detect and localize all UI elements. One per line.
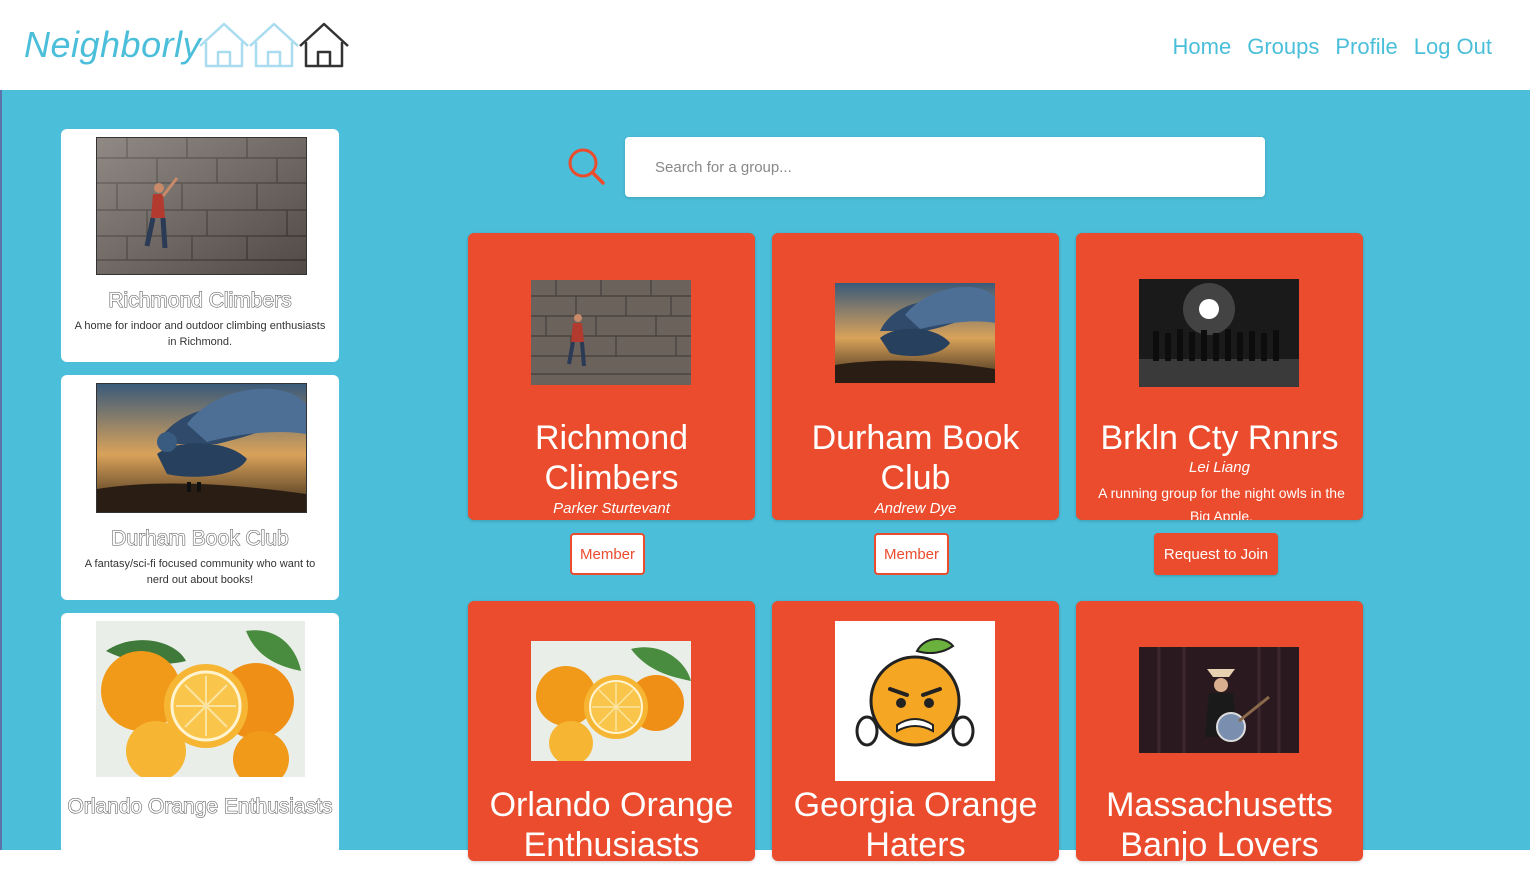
group-owner: Andrew Dye xyxy=(874,500,957,517)
group-card[interactable]: Brkln Cty Rnnrs Lei Liang A running grou… xyxy=(1076,233,1363,520)
sidebar-group-card[interactable]: Richmond Climbers A home for indoor and … xyxy=(61,129,339,362)
sidebar-group-card[interactable]: Durham Book Club A fantasy/sci-fi focuse… xyxy=(61,375,339,600)
request-to-join-button[interactable]: Request to Join xyxy=(1154,533,1278,575)
dragon-image xyxy=(96,383,307,513)
nav-groups-link[interactable]: Groups xyxy=(1247,34,1319,60)
nav-profile-link[interactable]: Profile xyxy=(1335,34,1397,60)
member-button[interactable]: Member xyxy=(570,533,645,575)
group-image-banjo xyxy=(1139,647,1299,753)
nav-logout-link[interactable]: Log Out xyxy=(1414,34,1492,60)
group-image-oranges xyxy=(531,641,691,761)
oranges-image xyxy=(96,621,305,777)
group-card[interactable]: Georgia Orange Haters xyxy=(772,601,1059,861)
sidebar-card-title: Richmond Climbers xyxy=(108,289,292,313)
nav-home-link[interactable]: Home xyxy=(1173,34,1232,60)
house-icon xyxy=(299,22,349,68)
group-search-input[interactable] xyxy=(625,137,1265,197)
sidebar-card-title: Orlando Orange Enthusiasts xyxy=(67,795,333,819)
group-owner: Lei Liang xyxy=(1189,459,1250,476)
group-description: A running group for the night owls in th… xyxy=(1098,485,1345,520)
group-owner: Parker Sturtevant xyxy=(553,500,670,517)
member-button[interactable]: Member xyxy=(874,533,949,575)
house-icons-logo xyxy=(199,22,349,68)
group-image-runners xyxy=(1139,279,1299,387)
main-nav: Home Groups Profile Log Out xyxy=(1173,34,1492,60)
group-card[interactable]: Orlando Orange Enthusiasts xyxy=(468,601,755,861)
house-icon xyxy=(249,22,299,68)
group-name: Brkln Cty Rnnrs xyxy=(1100,419,1339,457)
group-card[interactable]: Massachusetts Banjo Lovers xyxy=(1076,601,1363,861)
group-card[interactable]: Richmond Climbers Parker Sturtevant xyxy=(468,233,755,520)
brand-logo-text[interactable]: Neighborly xyxy=(24,24,201,66)
top-navbar: Neighborly Home Groups Profile Log Out xyxy=(0,0,1530,90)
group-image-angry-orange xyxy=(835,621,995,781)
sidebar-card-description: A fantasy/sci-fi focused community who w… xyxy=(84,558,316,586)
climbing-wall-image xyxy=(96,137,307,275)
house-icon xyxy=(199,22,249,68)
group-image-dragon xyxy=(835,283,995,383)
group-name: Durham Book Club xyxy=(811,419,1020,497)
group-card[interactable]: Durham Book Club Andrew Dye xyxy=(772,233,1059,520)
group-image-climbing xyxy=(531,280,691,385)
window-edge xyxy=(0,90,2,850)
search-icon[interactable] xyxy=(566,146,606,186)
main-content: Richmond Climbers A home for indoor and … xyxy=(0,90,1530,873)
sidebar-card-title: Durham Book Club xyxy=(111,527,289,551)
sidebar-card-description: A home for indoor and outdoor climbing e… xyxy=(74,320,326,348)
group-name: Richmond Climbers xyxy=(534,419,689,497)
sidebar-group-card[interactable]: Orlando Orange Enthusiasts xyxy=(61,613,339,873)
